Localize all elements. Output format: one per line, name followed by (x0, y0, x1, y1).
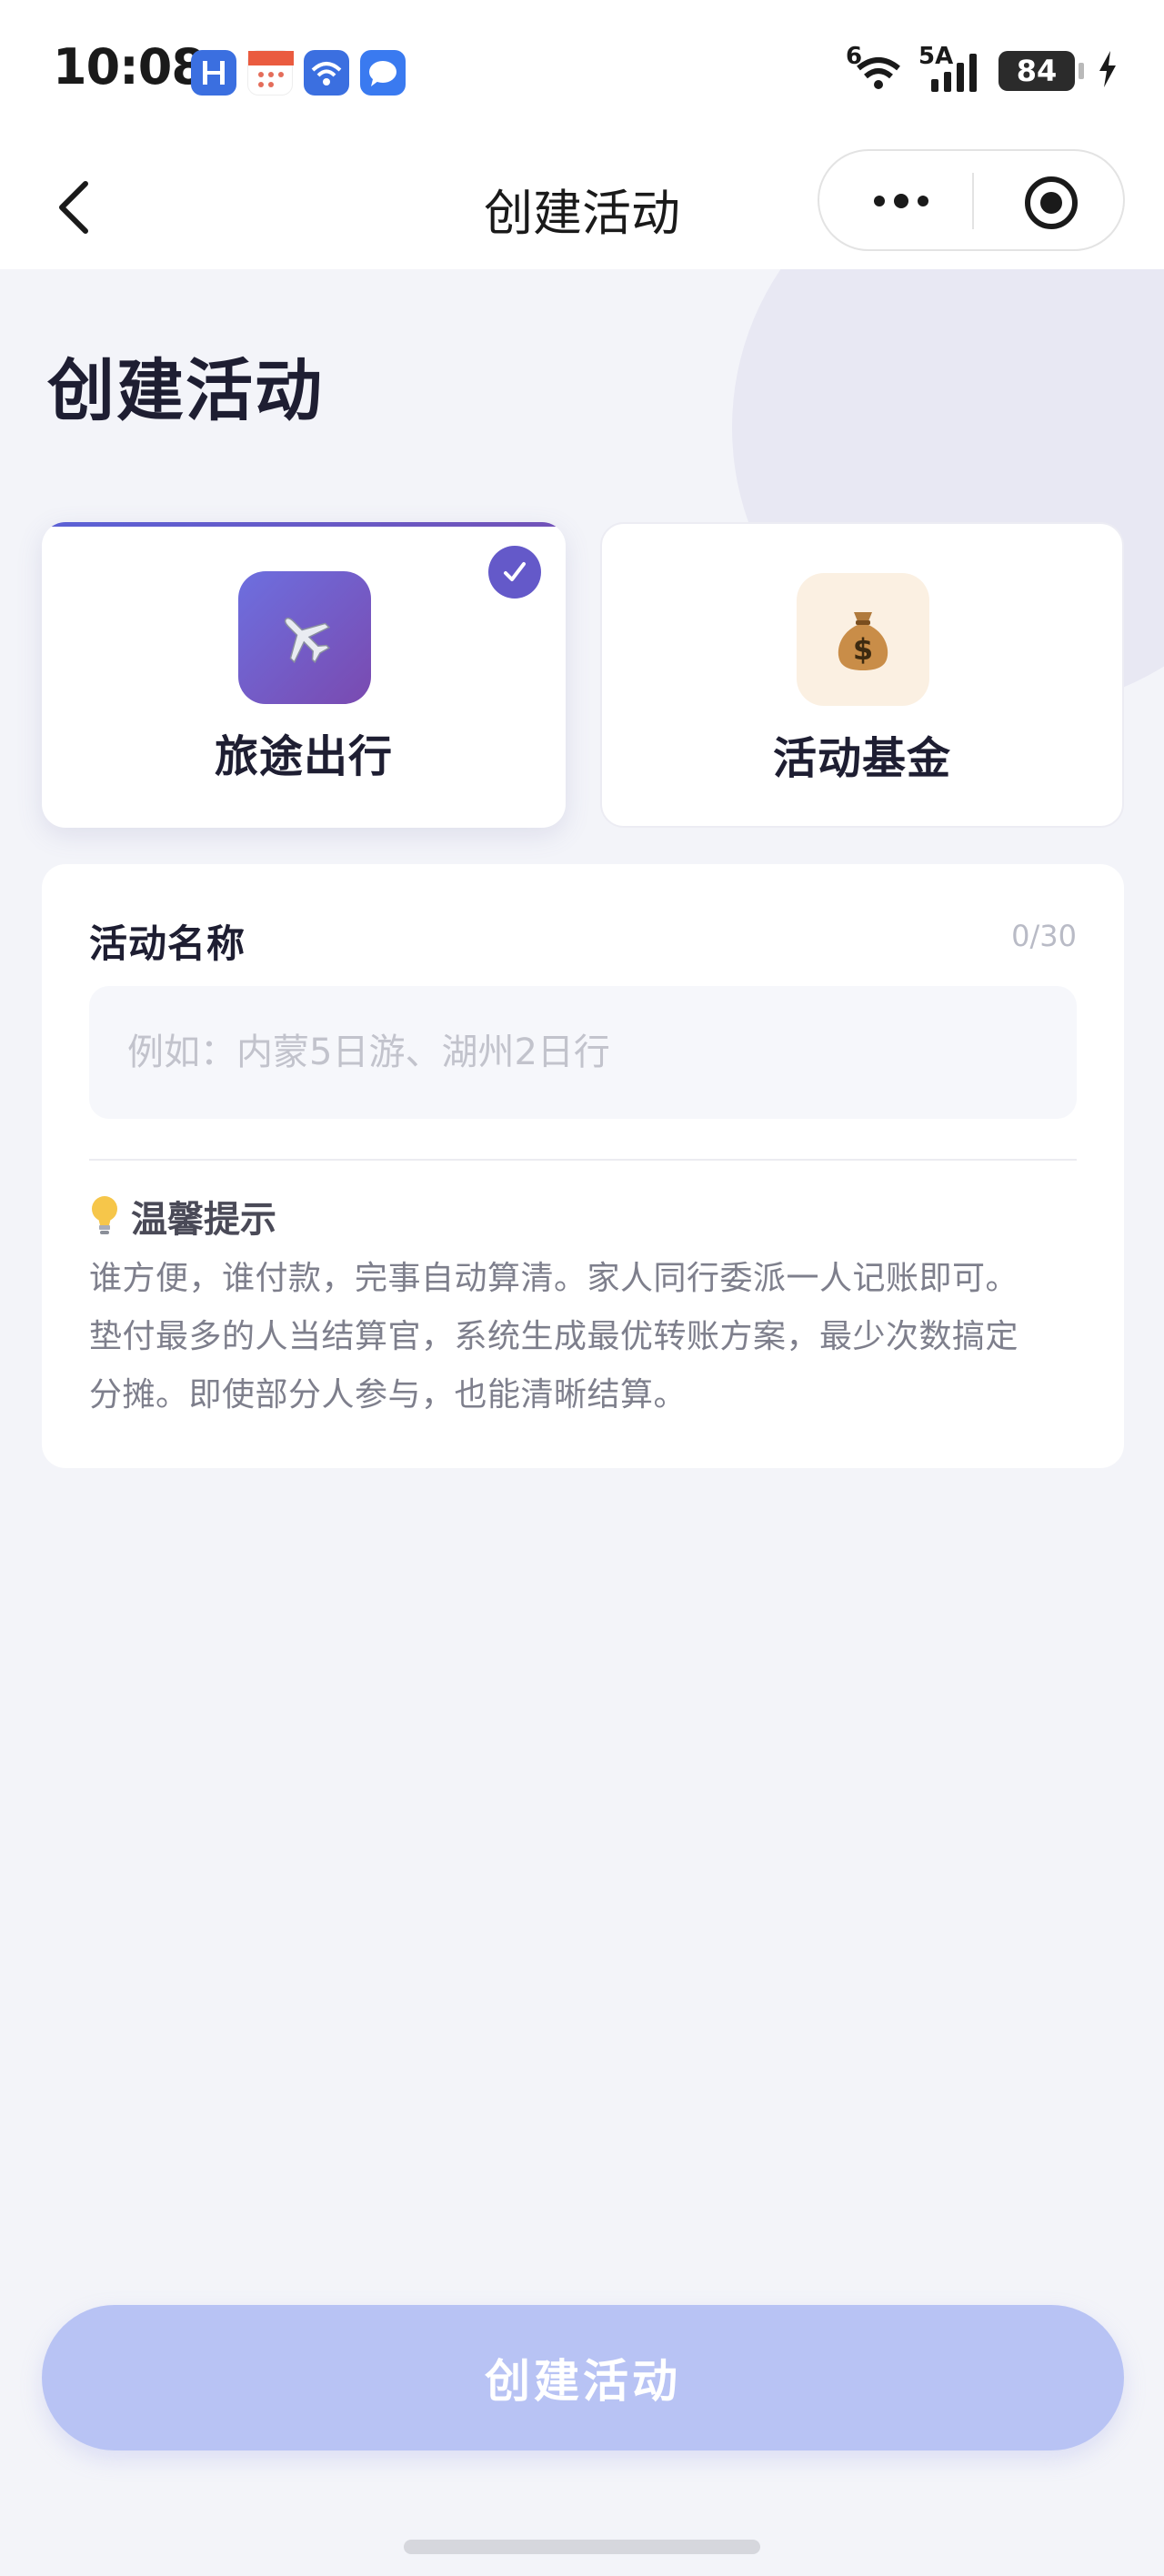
wifi-app-icon (304, 50, 349, 96)
activity-form-card: 活动名称 0/30 温馨提示 谁方便，谁付款，完事自动算清。家人同行委派一人记账… (42, 864, 1124, 1468)
tip-body: 谁方便，谁付款，完事自动算清。家人同行委派一人记账即可。 垫付最多的人当结算官，… (89, 1250, 1080, 1424)
message-app-icon (360, 50, 406, 96)
more-button[interactable] (856, 171, 947, 231)
navigation-bar: 创建活动 (0, 146, 1164, 269)
type-icon-container (238, 571, 371, 704)
home-indicator[interactable] (404, 2540, 760, 2554)
activity-name-input[interactable] (89, 986, 1077, 1119)
battery-indicator: 84 (998, 51, 1075, 91)
status-indicators: 6 5A 84 (846, 43, 1119, 98)
header-area: 10:08 6 5A 84 创建活动 (0, 0, 1164, 269)
more-dots-icon (874, 194, 928, 208)
selected-accent-bar (42, 522, 566, 527)
cell-signal-icon: 5A (918, 43, 986, 94)
status-time: 10:08 (53, 38, 206, 96)
status-bar: 10:08 6 5A 84 (0, 0, 1164, 146)
airplane-icon (284, 617, 331, 664)
calendar-app-icon (247, 50, 294, 96)
activity-name-label: 活动名称 (89, 921, 246, 966)
page-heading: 创建活动 (47, 352, 324, 430)
checkmark-icon (504, 562, 526, 581)
form-divider (89, 1159, 1077, 1161)
tip-header: 温馨提示 (89, 1190, 276, 1243)
type-icon-container: $ (797, 573, 929, 706)
type-card-fund[interactable]: $ 活动基金 (600, 522, 1124, 828)
money-bag-icon: $ (838, 612, 888, 670)
charging-icon (1097, 49, 1119, 93)
tip-line: 垫付最多的人当结算官，系统生成最优转账方案，最少次数搞定 (89, 1318, 1019, 1355)
battery-tip (1079, 63, 1084, 79)
capsule-divider (972, 173, 974, 229)
tip-line: 谁方便，谁付款，完事自动算清。家人同行委派一人记账即可。 (89, 1260, 1019, 1297)
create-activity-button[interactable]: 创建活动 (42, 2305, 1124, 2450)
tip-title: 温馨提示 (131, 1199, 276, 1241)
selected-check-badge (488, 546, 541, 599)
type-label: 旅途出行 (214, 731, 393, 782)
tip-line: 分摊。即使部分人参与，也能清晰结算。 (89, 1376, 687, 1414)
close-button[interactable] (1021, 173, 1081, 233)
mini-program-capsule (818, 149, 1125, 251)
harmony-app-icon (191, 50, 236, 96)
char-counter: 0/30 (1011, 919, 1077, 953)
target-close-icon (1025, 176, 1078, 229)
create-activity-page: 10:08 6 5A 84 创建活动 创建活动 旅途出行 $ 活动基金 活动名称… (0, 0, 1164, 2576)
type-label: 活动基金 (772, 733, 951, 784)
type-card-travel[interactable]: 旅途出行 (42, 522, 566, 828)
lightbulb-icon (92, 1196, 117, 1234)
wifi-signal-icon: 6 (846, 43, 906, 94)
svg-text:$: $ (853, 632, 873, 667)
